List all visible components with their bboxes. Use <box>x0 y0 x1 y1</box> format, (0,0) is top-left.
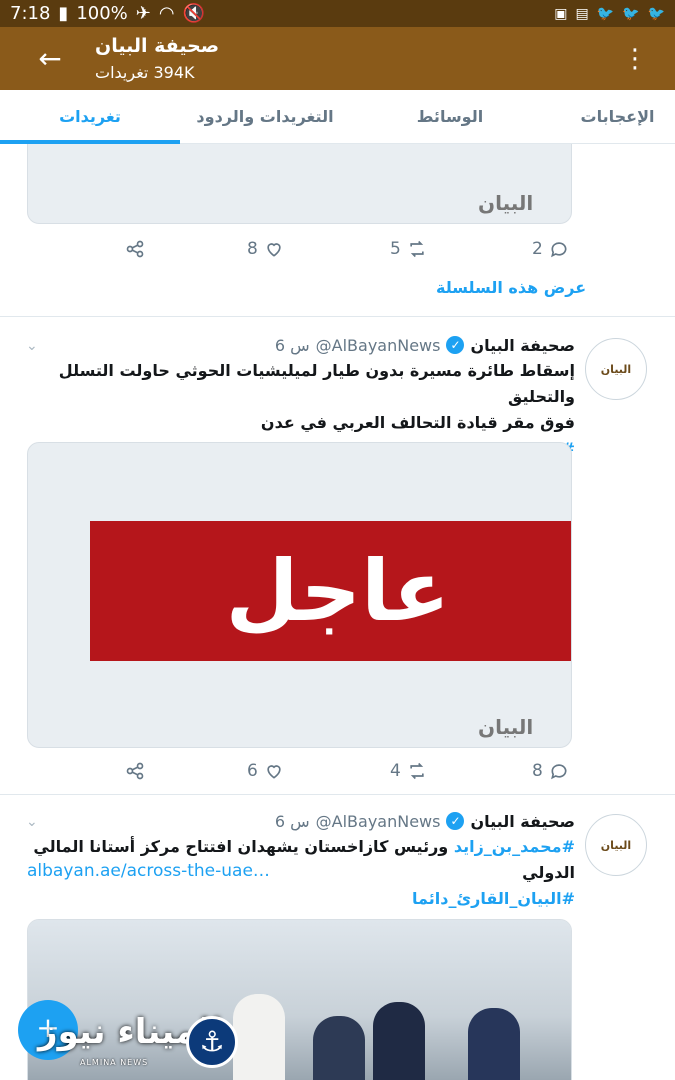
retweet-icon <box>410 240 424 258</box>
twitter-icon: 🐦 <box>596 5 615 22</box>
heart-icon <box>267 765 281 779</box>
tweet-text-line: إسقاط طائرة مسيرة بدون طيار لميليشيات ال… <box>58 361 575 406</box>
reply-count: 8 <box>532 761 543 781</box>
tweet-actions: 6 4 8 <box>0 756 675 786</box>
tweet-handle[interactable]: @AlBayanNews <box>316 336 441 355</box>
share-icon <box>126 240 144 258</box>
watermark-subtext: ALMINA NEWS <box>80 1058 149 1067</box>
breaking-banner: عاجل <box>90 521 571 661</box>
tweet-text-line: فوق مقر قيادة التحالف العربي في عدن <box>260 413 575 432</box>
show-thread-link[interactable]: عرض هذه السلسلة <box>436 278 586 297</box>
tweet-feed[interactable]: البيان 8 5 2 عرض هذه السلسلة البيان ⌄ 6 … <box>0 144 675 1080</box>
tab-tweets-replies[interactable]: التغريدات والردود <box>180 90 350 144</box>
reply-icon <box>550 242 567 258</box>
anchor-icon: ⚓ <box>186 1016 238 1068</box>
site-watermark: + الميناء نيوز ALMINA NEWS ⚓ <box>18 1000 238 1080</box>
like-button[interactable]: 6 <box>247 756 284 786</box>
tweet-handle[interactable]: @AlBayanNews <box>316 812 441 831</box>
status-bar: 7:18 ▮ 100% ✈ ◠ 🔇 ▣ ▤ 🐦 🐦 🐦 <box>0 0 675 27</box>
retweet-count: 5 <box>390 239 401 259</box>
avatar-label: البيان <box>600 838 632 852</box>
media-logo: البيان <box>478 191 534 215</box>
image-icon: ▣ <box>554 5 568 22</box>
battery-level: 100% <box>76 3 128 24</box>
sim-icon: ▤ <box>575 5 589 22</box>
verified-badge-icon: ✓ <box>446 336 465 354</box>
tweet-media[interactable]: عاجل البيان <box>27 442 572 748</box>
overflow-menu-icon[interactable]: ⋮ <box>620 41 650 77</box>
divider <box>0 794 675 795</box>
heart-icon <box>267 243 281 257</box>
share-button[interactable] <box>125 234 145 264</box>
tweet-media[interactable]: البيان <box>27 144 572 224</box>
tweet-url-link[interactable]: albayan.ae/across-the-uae… <box>27 861 270 881</box>
retweet-button[interactable]: 5 <box>390 234 427 264</box>
twitter-icon: 🐦 <box>647 5 665 22</box>
back-arrow-icon[interactable]: ← <box>32 41 68 77</box>
tweet-author[interactable]: صحيفة البيان <box>470 812 575 831</box>
tweet-author[interactable]: صحيفة البيان <box>470 336 575 355</box>
avatar[interactable]: البيان <box>585 814 647 876</box>
mute-icon: 🔇 <box>182 3 206 24</box>
divider <box>0 316 675 317</box>
profile-tabs: تغريدات التغريدات والردود الوسائط الإعجا… <box>0 90 675 144</box>
verified-badge-icon: ✓ <box>446 812 465 830</box>
photo-person <box>373 1002 425 1080</box>
tab-tweets[interactable]: تغريدات <box>0 90 180 144</box>
battery-icon: ▮ <box>58 3 69 24</box>
reply-count: 2 <box>532 239 543 259</box>
hashtag-link[interactable]: #البيان_القارئ_دائما <box>25 886 575 912</box>
reply-button[interactable]: 2 <box>532 234 569 264</box>
reply-icon <box>550 764 567 780</box>
avatar[interactable]: البيان <box>585 338 647 400</box>
photo-person <box>233 994 285 1080</box>
wifi-icon: ◠ <box>158 3 175 24</box>
tweet-count: 394K تغريدات <box>95 63 195 82</box>
like-count: 6 <box>247 761 258 781</box>
retweet-count: 4 <box>390 761 401 781</box>
photo-person <box>313 1016 365 1080</box>
profile-title: صحيفة البيان <box>95 35 220 57</box>
retweet-icon <box>410 762 424 780</box>
hashtag-link[interactable]: #محمد_بن_زايد <box>454 837 575 856</box>
like-button[interactable]: 8 <box>247 234 284 264</box>
app-bar: ← صحيفة البيان 394K تغريدات ⋮ <box>0 27 675 90</box>
photo-person <box>468 1008 520 1080</box>
twitter-icon: 🐦 <box>622 5 640 22</box>
share-icon <box>126 762 144 780</box>
like-count: 8 <box>247 239 258 259</box>
tab-likes[interactable]: الإعجابات <box>560 90 675 144</box>
tweet-actions: 8 5 2 <box>0 234 675 264</box>
tab-media[interactable]: الوسائط <box>370 90 530 144</box>
breaking-text: عاجل <box>225 542 450 640</box>
tweet-hashtags: #البيان_القارئ_دائما <box>25 886 575 912</box>
media-logo: البيان <box>478 715 534 739</box>
tweet-header: 6 س @AlBayanNews ✓ صحيفة البيان <box>25 808 575 834</box>
tweet-time: 6 س <box>274 335 310 355</box>
airplane-icon: ✈ <box>135 3 151 24</box>
retweet-button[interactable]: 4 <box>390 756 427 786</box>
tweet-header: 6 س @AlBayanNews ✓ صحيفة البيان <box>25 332 575 358</box>
reply-button[interactable]: 8 <box>532 756 569 786</box>
clock: 7:18 <box>10 3 51 24</box>
tweet-time: 6 س <box>274 811 310 831</box>
share-button[interactable] <box>125 756 145 786</box>
avatar-label: البيان <box>600 362 632 376</box>
